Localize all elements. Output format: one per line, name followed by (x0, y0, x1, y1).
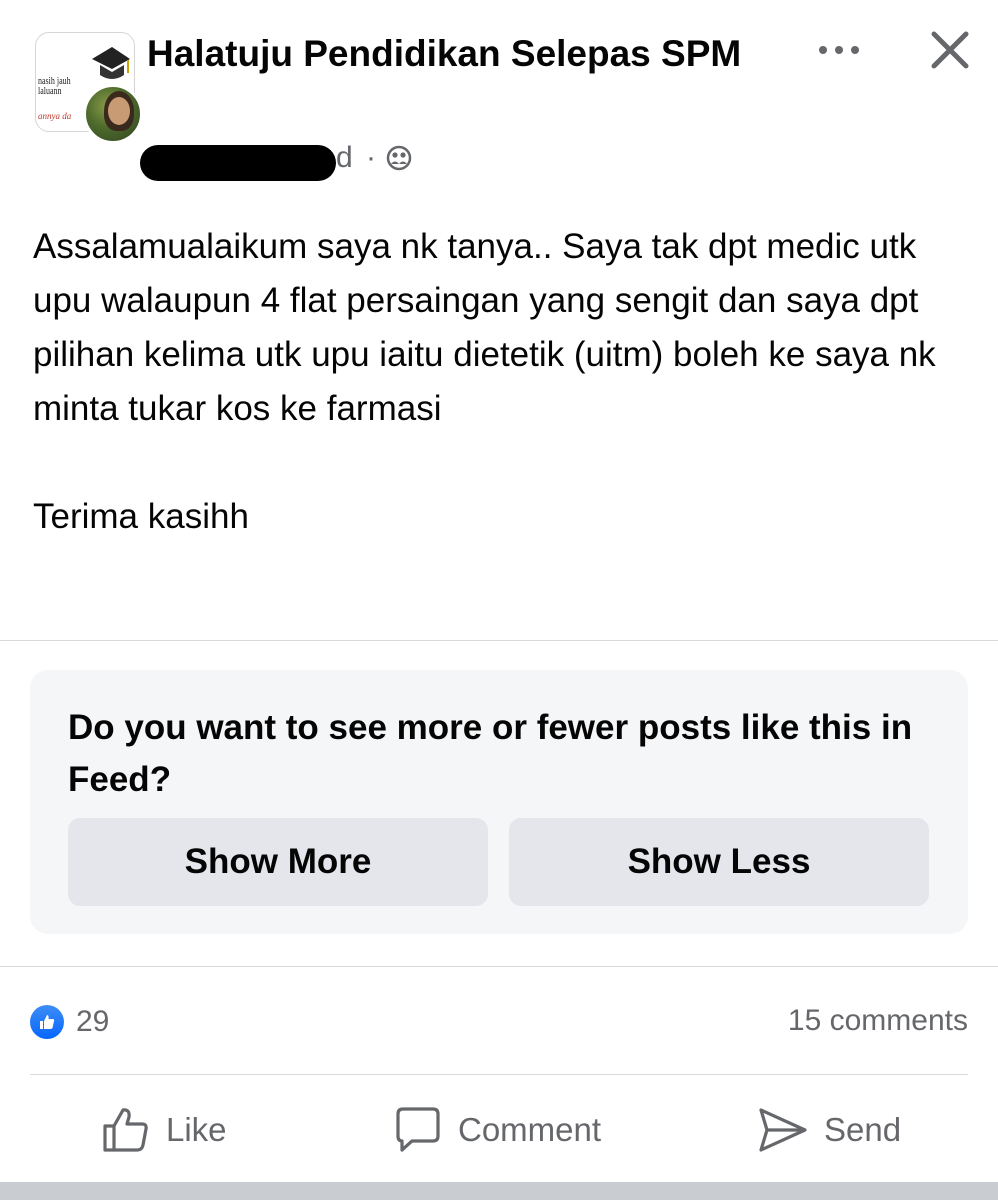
reactions-summary[interactable]: 29 (30, 1000, 109, 1044)
meta-separator: · (366, 141, 376, 174)
comments-count-link[interactable]: 15 comments (788, 1004, 968, 1038)
comment-button[interactable]: Comment (392, 1100, 601, 1160)
divider (0, 966, 998, 967)
close-x-icon[interactable] (928, 28, 972, 72)
author-avatar[interactable] (83, 84, 143, 144)
reaction-count: 29 (76, 1005, 110, 1038)
group-privacy-icon (386, 145, 412, 171)
like-reaction-icon (30, 1005, 64, 1039)
next-post-edge (0, 1182, 998, 1200)
post-meta: d · (140, 137, 440, 181)
feed-feedback-card: Do you want to see more or fewer posts l… (30, 670, 968, 934)
logo-text: nasih jauh laluann (38, 76, 71, 97)
send-button[interactable]: Send (756, 1100, 901, 1160)
divider (30, 1074, 968, 1075)
send-arrow-icon (759, 1108, 807, 1152)
redacted-author-name (140, 145, 336, 181)
more-dots-icon[interactable] (814, 40, 864, 60)
divider (0, 640, 998, 641)
show-less-button[interactable]: Show Less (509, 818, 929, 906)
thumbs-up-icon (103, 1108, 148, 1152)
group-name-link[interactable]: Halatuju Pendidikan Selepas SPM (147, 30, 767, 77)
comment-bubble-icon (396, 1107, 440, 1152)
send-label: Send (824, 1111, 902, 1148)
graduation-cap-icon (92, 47, 130, 79)
group-avatar[interactable]: nasih jauh laluann annya da (35, 32, 143, 144)
show-more-button[interactable]: Show More (68, 818, 488, 906)
post-time[interactable]: d (336, 141, 353, 175)
like-button[interactable]: Like (100, 1100, 227, 1160)
feedback-question: Do you want to see more or fewer posts l… (68, 708, 913, 799)
post-body: Assalamualaikum saya nk tanya.. Saya tak… (33, 227, 936, 536)
like-label: Like (166, 1111, 227, 1148)
comment-label: Comment (458, 1111, 602, 1148)
logo-text-red: annya da (38, 111, 72, 121)
